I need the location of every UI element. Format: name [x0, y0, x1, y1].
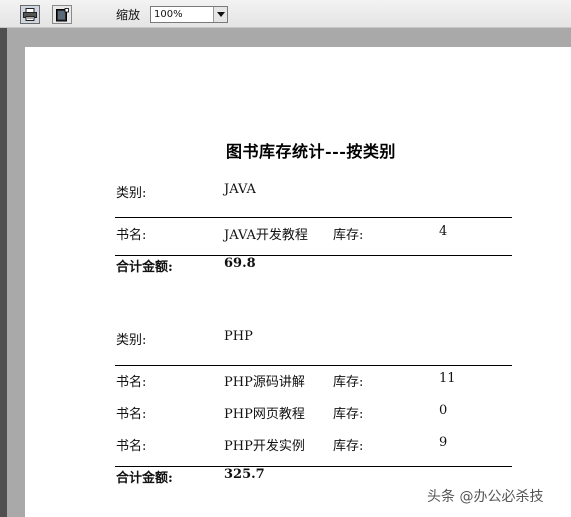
stock-label: 库存:: [333, 407, 364, 422]
watermark: 头条 @办公必杀技: [427, 489, 544, 505]
total-label: 合计金额:: [116, 260, 173, 275]
total-value: 69.8: [224, 256, 256, 271]
report-viewer-window: 缩放 100% 图书库存统计---按类别 类别: JAVA 书名: JAVA开发…: [0, 0, 571, 517]
divider: [115, 365, 512, 366]
zoom-label: 缩放: [116, 8, 141, 22]
book-name: PHP开发实例: [224, 439, 305, 454]
book-name: PHP网页教程: [224, 407, 305, 422]
stock-label: 库存:: [333, 375, 364, 390]
page-setup-icon: [56, 7, 69, 21]
stock-label: 库存:: [333, 439, 364, 454]
category-label: 类别:: [116, 333, 147, 348]
report-title: 图书库存统计---按类别: [226, 142, 396, 161]
toolbar: 缩放 100%: [0, 0, 571, 28]
divider: [115, 466, 512, 467]
total-label: 合计金额:: [116, 471, 173, 486]
category-value: PHP: [224, 329, 253, 344]
stock-label: 库存:: [333, 228, 364, 243]
book-name-label: 书名:: [116, 407, 147, 422]
stock-value: 9: [439, 435, 448, 450]
total-value: 325.7: [224, 467, 265, 482]
divider: [115, 217, 512, 218]
book-name-label: 书名:: [116, 228, 147, 243]
book-name: JAVA开发教程: [224, 228, 308, 243]
chevron-down-icon[interactable]: [213, 7, 227, 22]
zoom-select[interactable]: 100%: [150, 6, 228, 23]
book-name-label: 书名:: [116, 375, 147, 390]
zoom-value: 100%: [154, 9, 183, 20]
printer-icon: [23, 8, 37, 21]
stock-value: 4: [439, 224, 448, 239]
category-label: 类别:: [116, 186, 147, 201]
left-border: [0, 28, 7, 517]
page-setup-button[interactable]: [52, 5, 72, 24]
divider: [115, 255, 512, 256]
book-name-label: 书名:: [116, 439, 147, 454]
category-value: JAVA: [224, 182, 256, 197]
stock-value: 11: [439, 371, 456, 386]
print-button[interactable]: [20, 5, 40, 24]
book-name: PHP源码讲解: [224, 375, 305, 390]
stock-value: 0: [439, 403, 448, 418]
